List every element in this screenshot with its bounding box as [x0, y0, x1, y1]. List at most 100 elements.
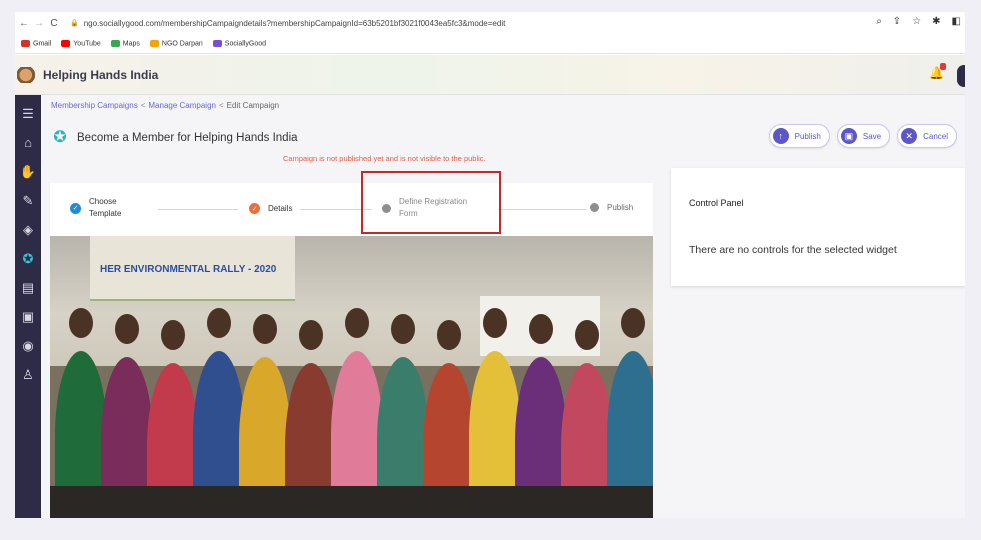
star-icon[interactable]: ☆	[912, 16, 921, 27]
bookmark-icon	[110, 39, 120, 47]
step-label: Publish	[607, 203, 634, 212]
breadcrumb-manage-campaign[interactable]: Manage Campaign	[148, 101, 216, 110]
step-label: Choose	[89, 197, 117, 206]
stepper: ✓ Choose Template ✓ Details Define Regist…	[50, 171, 653, 236]
photo-floor	[50, 486, 653, 518]
step-connector	[158, 209, 238, 210]
control-panel-message: There are no controls for the selected w…	[689, 244, 897, 256]
lock-icon: 🔒	[70, 20, 79, 27]
bookmarks-bar: Gmail YouTube Maps NGO Darpan SociallyGood	[15, 34, 965, 54]
save-label: Save	[862, 131, 882, 141]
action-buttons: ↑ Publish ▣ Save ✕ Cancel	[768, 124, 957, 148]
address-bar: ← → C 🔒 ngo.sociallygood.com/membershipC…	[15, 12, 965, 34]
share-icon[interactable]: ⇪	[893, 16, 901, 27]
forward-icon[interactable]: →	[33, 18, 45, 29]
upload-icon: ↑	[772, 128, 789, 144]
campaign-heading: ✪ Become a Member for Helping Hands Indi…	[51, 127, 298, 149]
extensions-icon[interactable]: ✱	[932, 16, 940, 27]
home-icon[interactable]: ⌂	[15, 128, 41, 157]
photo-person-head	[437, 320, 461, 350]
bookmark-youtube[interactable]: YouTube	[61, 39, 101, 48]
diamond-icon[interactable]: ◈	[15, 215, 41, 244]
step-choose-template[interactable]: ✓ Choose Template	[70, 196, 121, 220]
photo-banner: HER ENVIRONMENTAL RALLY - 2020	[90, 236, 295, 301]
award-icon: ✪	[53, 129, 67, 146]
step-publish[interactable]: Publish	[590, 203, 633, 212]
highlight-box	[361, 171, 501, 234]
back-icon[interactable]: ←	[18, 18, 30, 29]
users-icon[interactable]: ♙	[15, 360, 41, 389]
bookmark-gmail[interactable]: Gmail	[21, 39, 52, 48]
campaign-title: Become a Member for Helping Hands India	[77, 132, 298, 144]
pending-dot-icon	[590, 203, 599, 212]
sidebar: ☰ ⌂ ✋ ✎ ◈ ✪ ▤ ▣ ◉ ♙	[15, 95, 41, 518]
browser-window: ← → C 🔒 ngo.sociallygood.com/membershipC…	[15, 12, 965, 518]
csr-icon[interactable]: ◉	[15, 331, 41, 360]
save-button[interactable]: ▣ Save	[836, 124, 891, 148]
close-icon: ✕	[901, 128, 918, 144]
photo-person-head	[529, 314, 553, 344]
bookmark-label: SociallyGood	[224, 40, 267, 48]
control-panel: Control Panel There are no controls for …	[671, 168, 965, 286]
breadcrumb-separator: <	[218, 101, 224, 110]
hands-icon[interactable]: ✋	[15, 157, 41, 186]
notification-badge	[940, 63, 946, 70]
reload-icon[interactable]: C	[48, 18, 60, 29]
photo-person-head	[345, 308, 369, 338]
url-field[interactable]: 🔒 ngo.sociallygood.com/membershipCampaig…	[70, 19, 505, 28]
cancel-label: Cancel	[923, 131, 948, 141]
fundraise-icon[interactable]: ✎	[15, 186, 41, 215]
breadcrumb-current: Edit Campaign	[226, 101, 280, 110]
photo-person-head	[483, 308, 507, 338]
control-panel-title: Control Panel	[689, 198, 744, 208]
ribbon-icon[interactable]: ✪	[15, 244, 41, 273]
menu-icon[interactable]: ☰	[15, 99, 41, 128]
photo-person-head	[207, 308, 231, 338]
directory-icon[interactable]: ▤	[15, 273, 41, 302]
photo-person-head	[299, 320, 323, 350]
step-details[interactable]: ✓ Details	[249, 203, 292, 214]
app-header: Helping Hands India 🔔	[15, 55, 965, 95]
photo-person-head	[115, 314, 139, 344]
breadcrumb-membership-campaigns[interactable]: Membership Campaigns	[51, 101, 138, 110]
sidepanel-icon[interactable]: ◧	[952, 16, 961, 27]
photo-person-head	[575, 320, 599, 350]
ngo-icon[interactable]: ▣	[15, 302, 41, 331]
bookmark-ngo-darpan[interactable]: NGO Darpan	[149, 39, 203, 48]
bookmark-icon	[212, 39, 222, 47]
org-logo	[17, 66, 39, 83]
url-text: ngo.sociallygood.com/membershipCampaignd…	[83, 18, 506, 28]
check-icon: ✓	[70, 202, 81, 214]
org-name: Helping Hands India	[43, 67, 159, 82]
bookmark-label: YouTube	[73, 40, 101, 48]
bookmark-icon	[149, 39, 159, 47]
bookmark-icon	[21, 39, 30, 47]
bookmark-label: Maps	[122, 40, 140, 48]
photo-person-head	[161, 320, 185, 350]
bookmark-label: NGO Darpan	[161, 40, 203, 48]
step-connector	[498, 209, 586, 210]
avatar[interactable]	[957, 65, 965, 87]
zoom-icon[interactable]: ⌕	[876, 16, 882, 27]
photo-person-head	[391, 314, 415, 344]
step-label: Details	[268, 204, 293, 213]
bookmark-maps[interactable]: Maps	[110, 39, 140, 48]
bookmark-sociallygood[interactable]: SociallyGood	[212, 39, 267, 48]
breadcrumb-separator: <	[140, 101, 146, 110]
cancel-button[interactable]: ✕ Cancel	[897, 124, 957, 148]
save-icon: ▣	[840, 128, 857, 144]
bookmark-label: Gmail	[33, 40, 52, 48]
banner-text: HER ENVIRONMENTAL RALLY - 2020	[100, 264, 277, 275]
photo-person-head	[621, 308, 645, 338]
campaign-photo[interactable]: HER ENVIRONMENTAL RALLY - 2020	[50, 236, 653, 518]
breadcrumb: Membership Campaigns < Manage Campaign < Edi…	[51, 101, 279, 110]
publish-button[interactable]: ↑ Publish	[768, 124, 830, 148]
main-content: Membership Campaigns < Manage Campaign < Edi…	[41, 95, 965, 518]
photo-person-head	[69, 308, 93, 338]
bookmark-icon	[61, 39, 71, 47]
step-label: Template	[89, 209, 122, 218]
check-icon: ✓	[249, 203, 260, 214]
publish-warning: Campaign is not published yet and is not…	[283, 154, 486, 163]
photo-person-head	[253, 314, 277, 344]
publish-label: Publish	[794, 131, 821, 141]
